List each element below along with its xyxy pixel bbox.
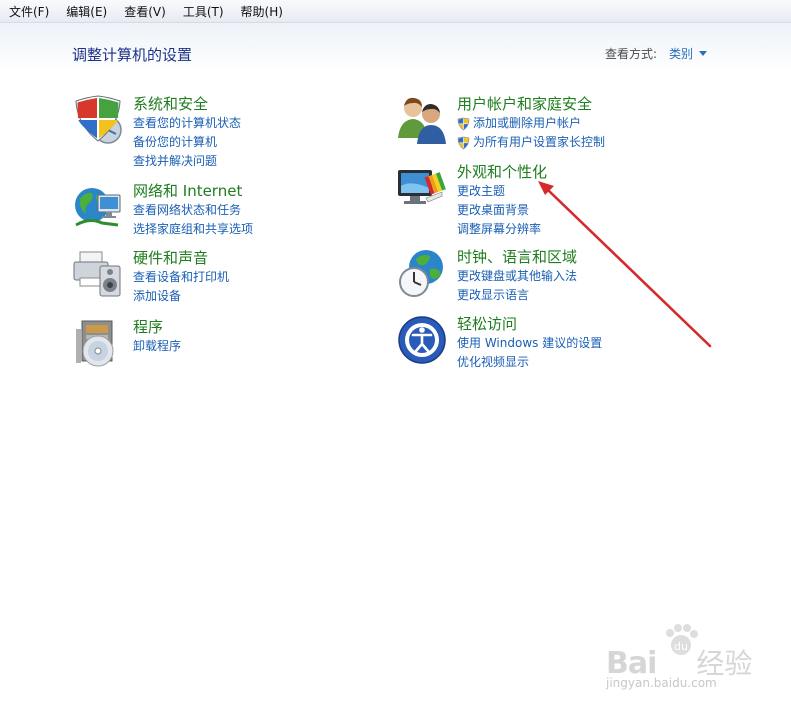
link-view-computer-status[interactable]: 查看您的计算机状态 — [133, 114, 241, 133]
view-mode-value: 类别 — [669, 47, 694, 61]
programs-disc-icon[interactable] — [72, 317, 124, 369]
link-change-keyboard[interactable]: 更改键盘或其他输入法 — [457, 267, 577, 286]
link-change-desktop-background[interactable]: 更改桌面背景 — [457, 201, 547, 220]
link-add-remove-users[interactable]: 添加或删除用户帐户 — [457, 114, 605, 133]
uac-shield-icon — [457, 117, 470, 130]
link-change-display-language[interactable]: 更改显示语言 — [457, 286, 577, 305]
category-title[interactable]: 程序 — [133, 317, 181, 337]
chevron-down-icon — [699, 51, 708, 56]
menu-edit[interactable]: 编辑(E) — [57, 3, 115, 20]
shield-icon[interactable] — [72, 94, 124, 146]
link-homegroup-sharing[interactable]: 选择家庭组和共享选项 — [133, 220, 253, 239]
link-parental-controls[interactable]: 为所有用户设置家长控制 — [457, 133, 605, 152]
link-network-status[interactable]: 查看网络状态和任务 — [133, 201, 253, 220]
link-adjust-resolution[interactable]: 调整屏幕分辨率 — [457, 220, 547, 239]
link-backup-computer[interactable]: 备份您的计算机 — [133, 133, 241, 152]
link-change-theme[interactable]: 更改主题 — [457, 182, 547, 201]
menu-bar: 文件(F) 编辑(E) 查看(V) 工具(T) 帮助(H) — [0, 0, 791, 23]
network-globe-icon[interactable] — [72, 181, 124, 233]
ease-of-access-icon[interactable] — [396, 314, 448, 366]
menu-help[interactable]: 帮助(H) — [232, 3, 291, 20]
category-title[interactable]: 轻松访问 — [457, 314, 602, 334]
category-title[interactable]: 系统和安全 — [133, 94, 241, 114]
category-title[interactable]: 网络和 Internet — [133, 181, 253, 201]
link-windows-recommended-settings[interactable]: 使用 Windows 建议的设置 — [457, 334, 602, 353]
baidu-watermark: du Bai 经验 jingyan.baidu.com — [606, 622, 756, 694]
clock-globe-icon[interactable] — [396, 247, 448, 299]
view-mode-label: 查看方式: — [605, 47, 658, 61]
monitor-palette-icon[interactable] — [396, 162, 448, 214]
watermark-url: jingyan.baidu.com — [606, 676, 717, 690]
page-title: 调整计算机的设置 — [72, 46, 193, 64]
menu-file[interactable]: 文件(F) — [0, 3, 57, 20]
users-icon[interactable] — [396, 94, 448, 146]
uac-shield-icon — [457, 136, 470, 149]
category-title[interactable]: 时钟、语言和区域 — [457, 247, 577, 267]
category-title[interactable]: 硬件和声音 — [133, 248, 229, 268]
link-devices-printers[interactable]: 查看设备和打印机 — [133, 268, 229, 287]
menu-tools[interactable]: 工具(T) — [174, 3, 232, 20]
category-title[interactable]: 外观和个性化 — [457, 162, 547, 182]
category-title[interactable]: 用户帐户和家庭安全 — [457, 94, 605, 114]
link-optimize-visual-display[interactable]: 优化视频显示 — [457, 353, 602, 372]
menu-view[interactable]: 查看(V) — [115, 3, 174, 20]
view-mode-dropdown[interactable]: 类别 — [669, 45, 708, 62]
printer-speaker-icon[interactable] — [72, 248, 124, 300]
link-add-device[interactable]: 添加设备 — [133, 287, 229, 306]
link-uninstall-program[interactable]: 卸载程序 — [133, 337, 181, 356]
link-troubleshoot[interactable]: 查找并解决问题 — [133, 152, 241, 171]
view-mode: 查看方式: 类别 — [605, 45, 708, 62]
